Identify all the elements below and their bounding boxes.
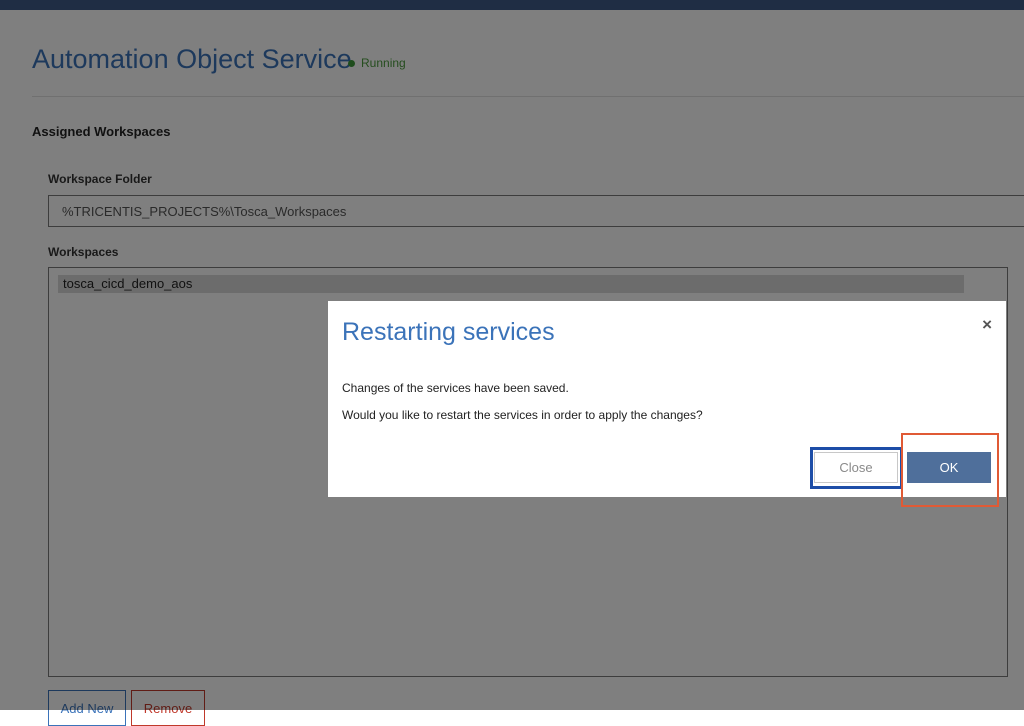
dialog-message-question: Would you like to restart the services i…	[342, 408, 703, 422]
restart-services-dialog: Restarting services × Changes of the ser…	[328, 301, 1006, 497]
dialog-title: Restarting services	[342, 318, 555, 346]
dialog-message-saved: Changes of the services have been saved.	[342, 381, 569, 395]
dialog-ok-button[interactable]: OK	[907, 452, 991, 483]
dialog-close-button[interactable]: Close	[814, 452, 898, 483]
close-icon[interactable]: ×	[982, 315, 992, 335]
top-navigation-bar	[0, 0, 1024, 10]
